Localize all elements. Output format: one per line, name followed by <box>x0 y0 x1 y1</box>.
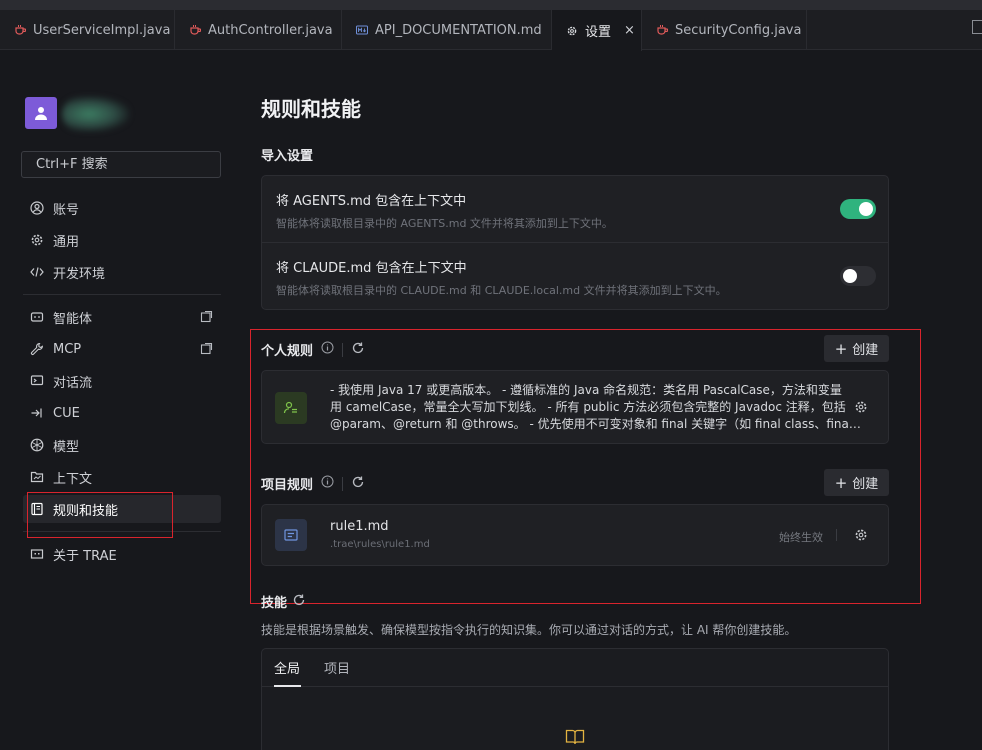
tab-label: 设置 <box>585 25 612 40</box>
gear-icon <box>29 233 44 248</box>
active-tab-indicator <box>274 685 301 687</box>
sidebar-item-about[interactable]: 关于 TRAE <box>23 540 221 568</box>
close-icon[interactable]: × <box>624 23 635 38</box>
skills-header: 技能 <box>261 592 306 611</box>
sidebar-item-label: 通用 <box>53 234 80 250</box>
markdown-file-icon <box>356 24 368 36</box>
cue-icon <box>29 406 44 421</box>
claude-md-description: 智能体将读取根目录中的 CLAUDE.md 和 CLAUDE.local.md … <box>276 284 727 297</box>
avatar[interactable] <box>25 97 57 129</box>
gear-icon <box>566 25 578 37</box>
sidebar-divider <box>23 294 221 295</box>
java-file-icon <box>189 24 201 36</box>
code-icon <box>29 265 44 280</box>
sidebar-item-dev-env[interactable]: 开发环境 <box>23 258 221 286</box>
refresh-icon[interactable] <box>292 593 306 611</box>
tab-label: UserServiceImpl.java <box>33 22 171 38</box>
skills-description: 技能是根据场景触发、确保模型按指令执行的知识集。你可以通过对话的方式，让 AI … <box>261 623 797 637</box>
tab-authcontroller[interactable]: AuthController.java <box>175 10 342 50</box>
sidebar-item-agents[interactable]: 智能体 <box>23 303 221 331</box>
tab-label: API_DOCUMENTATION.md <box>375 22 542 38</box>
split-editor-icon[interactable] <box>972 20 982 34</box>
sidebar-item-label: 智能体 <box>53 311 93 327</box>
skills-panel: 全局 项目 <box>261 648 889 750</box>
highlight-box-sidebar <box>27 492 173 538</box>
settings-search-input[interactable]: Ctrl+F 搜索 <box>21 151 221 178</box>
row-divider <box>262 242 888 243</box>
tabs-divider <box>262 686 888 687</box>
sidebar-item-label: CUE <box>53 405 80 421</box>
agents-md-description: 智能体将读取根目录中的 AGENTS.md 文件并将其添加到上下文中。 <box>276 217 613 230</box>
sidebar-item-account[interactable]: 账号 <box>23 194 221 222</box>
highlight-box-rules <box>250 329 921 604</box>
context-icon <box>29 470 44 485</box>
chat-icon <box>29 374 44 389</box>
sidebar-item-context[interactable]: 上下文 <box>23 463 221 491</box>
model-icon <box>29 438 44 453</box>
wrench-icon <box>29 342 44 357</box>
sidebar-item-general[interactable]: 通用 <box>23 226 221 254</box>
toggle-knob <box>859 202 873 216</box>
tab-userserviceimpl[interactable]: UserServiceImpl.java <box>0 10 175 50</box>
sidebar-item-label: 上下文 <box>53 471 93 487</box>
import-settings-heading: 导入设置 <box>261 149 314 164</box>
toggle-knob <box>843 269 857 283</box>
agents-md-title: 将 AGENTS.md 包含在上下文中 <box>276 194 467 209</box>
tab-global[interactable]: 全局 <box>274 658 300 677</box>
tab-label: AuthController.java <box>208 22 333 38</box>
sidebar-item-label: 关于 TRAE <box>53 548 117 564</box>
open-external-icon[interactable] <box>200 310 213 327</box>
account-icon <box>29 201 44 216</box>
tab-label: SecurityConfig.java <box>675 22 802 38</box>
java-file-icon <box>656 24 668 36</box>
import-settings-panel: 将 AGENTS.md 包含在上下文中 智能体将读取根目录中的 AGENTS.m… <box>261 175 889 310</box>
java-file-icon <box>14 24 26 36</box>
page-title: 规则和技能 <box>261 97 361 121</box>
username-redacted <box>62 96 130 132</box>
tab-api-documentation[interactable]: API_DOCUMENTATION.md <box>342 10 552 50</box>
claude-md-toggle[interactable] <box>840 266 876 286</box>
sidebar-item-mcp[interactable]: MCP <box>23 335 221 363</box>
sidebar-item-label: 账号 <box>53 202 80 218</box>
agents-md-toggle[interactable] <box>840 199 876 219</box>
title-strip <box>0 0 982 10</box>
sidebar-item-label: MCP <box>53 341 82 357</box>
editor-tab-bar: UserServiceImpl.java AuthController.java… <box>0 10 982 51</box>
skills-heading: 技能 <box>261 596 288 611</box>
agent-icon <box>29 310 44 325</box>
open-external-icon[interactable] <box>200 342 213 359</box>
sidebar-item-cue[interactable]: CUE <box>23 399 221 427</box>
book-icon <box>565 728 585 750</box>
sidebar-item-label: 开发环境 <box>53 266 106 282</box>
trae-logo-icon <box>29 547 44 562</box>
sidebar-item-models[interactable]: 模型 <box>23 431 221 459</box>
tab-settings[interactable]: 设置 × <box>552 10 642 51</box>
tab-project[interactable]: 项目 <box>324 658 350 677</box>
sidebar-item-conversation-flow[interactable]: 对话流 <box>23 367 221 395</box>
user-icon <box>35 107 47 120</box>
claude-md-title: 将 CLAUDE.md 包含在上下文中 <box>276 261 467 276</box>
sidebar-item-label: 模型 <box>53 439 80 455</box>
sidebar-item-label: 对话流 <box>53 375 93 391</box>
tab-securityconfig[interactable]: SecurityConfig.java <box>642 10 807 50</box>
